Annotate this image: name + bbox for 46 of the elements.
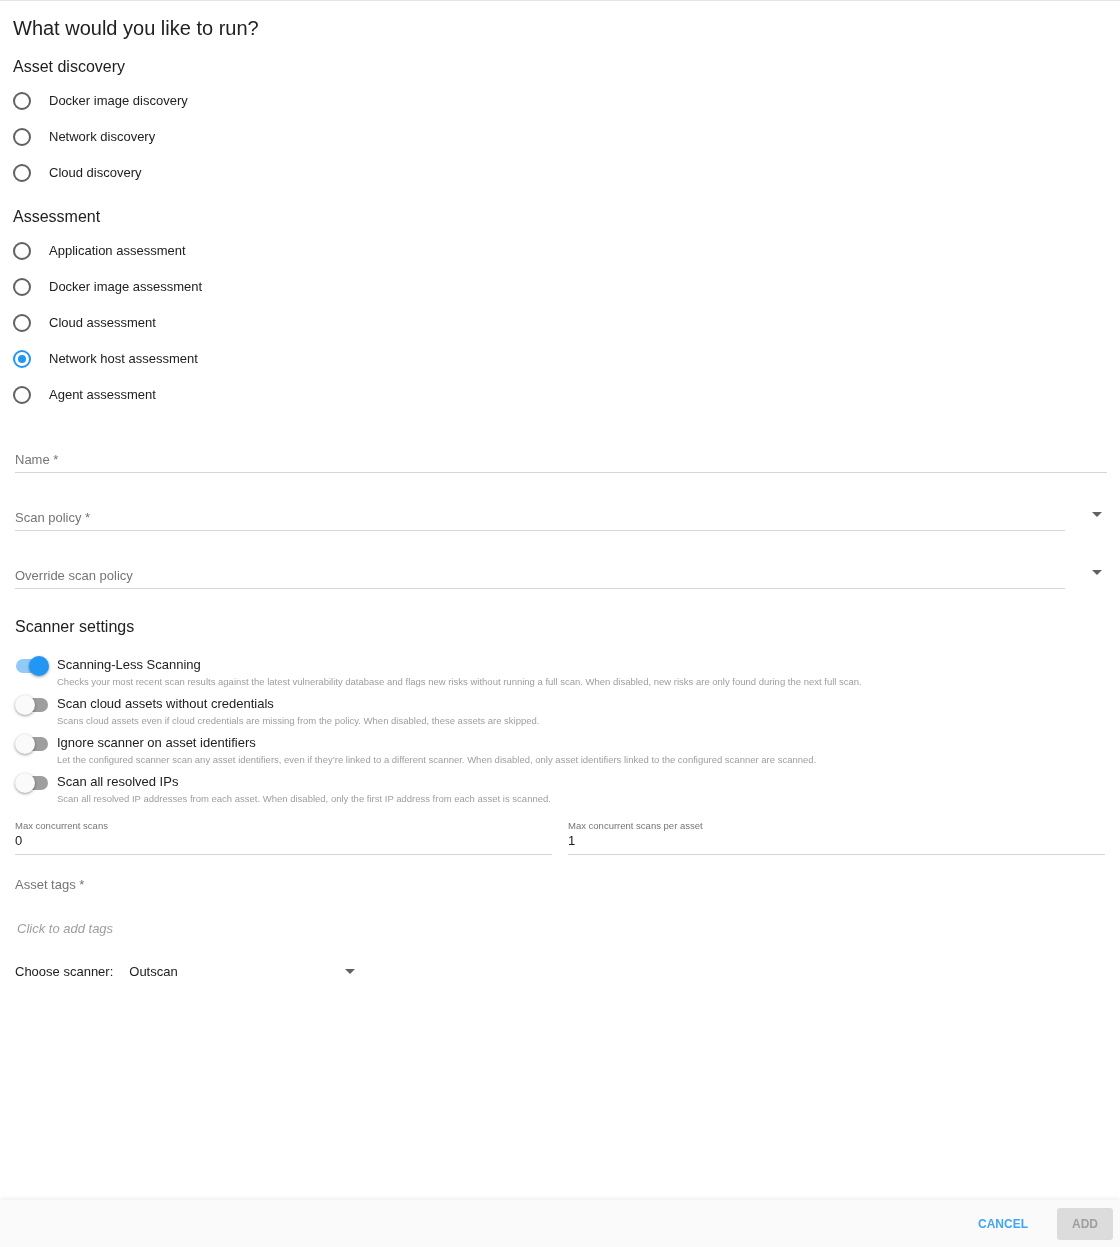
number-field[interactable]: 0 (15, 833, 552, 855)
radio-option[interactable]: Network discovery (13, 119, 156, 155)
toggle-label: Scan cloud assets without credentials (57, 695, 275, 713)
field-label: Choose scanner: (15, 962, 114, 981)
radio-button[interactable] (13, 278, 31, 296)
section-heading: Assessment (13, 207, 102, 227)
toggle-description: Scans cloud assets even if cloud credentials are missing from the policy. When disabled, these assets are skipped. (57, 714, 540, 727)
radio-button[interactable] (13, 128, 31, 146)
dialog-title: What would you like to run? (13, 16, 260, 41)
radio-button[interactable] (13, 164, 31, 182)
field-label: Max concurrent scans (15, 819, 108, 833)
text-field[interactable]: Name * (15, 439, 1107, 473)
toggle-label: Scan all resolved IPs (57, 773, 180, 791)
field-label: Max concurrent scans per asset (568, 819, 703, 833)
radio-button[interactable] (13, 386, 31, 404)
radio-option[interactable]: Agent assessment (13, 377, 156, 413)
toggle-description: Let the configured scanner scan any asset identifiers, even if they’re linked to a different scanner. When disabled, only asset identifiers linked to the configured scanner are scanned. (57, 753, 817, 766)
radio-option[interactable]: Network host assessment (13, 341, 198, 377)
radio-option[interactable]: Cloud discovery (13, 155, 142, 191)
radio-option[interactable]: Docker image discovery (13, 83, 188, 119)
toggle-description: Scan all resolved IP addresses from each asset. When disabled, only the first IP address from each asset is scanned. (57, 792, 551, 805)
scanner-select[interactable]: Outscan (129, 961, 356, 981)
toggle-label: Ignore scanner on asset identifiers (57, 734, 257, 752)
radio-option[interactable]: Application assessment (13, 233, 186, 269)
toggle-switch[interactable] (15, 773, 49, 793)
field-label: Asset tags * (15, 876, 86, 894)
section-heading: Scanner settings (15, 617, 136, 637)
toggle-switch[interactable] (15, 656, 49, 676)
radio-button[interactable] (13, 350, 31, 368)
radio-button[interactable] (13, 92, 31, 110)
select-field[interactable]: Scan policy * (15, 497, 1065, 531)
radio-option[interactable]: Docker image assessment (13, 269, 203, 305)
select-field[interactable]: Override scan policy (15, 555, 1065, 589)
radio-button[interactable] (13, 242, 31, 260)
toggle-switch[interactable] (15, 734, 49, 754)
toggle-description: Checks your most recent scan results against the latest vulnerability database and flags new risks without running a full scan. When disabled, new risks are only found during the next full scan. (57, 675, 862, 688)
dropdown-caret-icon (345, 968, 356, 974)
toggle-switch[interactable] (15, 695, 49, 715)
radio-button[interactable] (13, 314, 31, 332)
number-field[interactable]: 1 (568, 833, 1105, 855)
toggle-label: Scanning-Less Scanning (57, 656, 202, 674)
tags-input[interactable]: Click to add tags (17, 918, 417, 938)
section-heading: Asset discovery (13, 57, 127, 77)
dropdown-caret-icon (1092, 511, 1102, 517)
radio-option[interactable]: Cloud assessment (13, 305, 156, 341)
dropdown-caret-icon (1092, 569, 1102, 575)
